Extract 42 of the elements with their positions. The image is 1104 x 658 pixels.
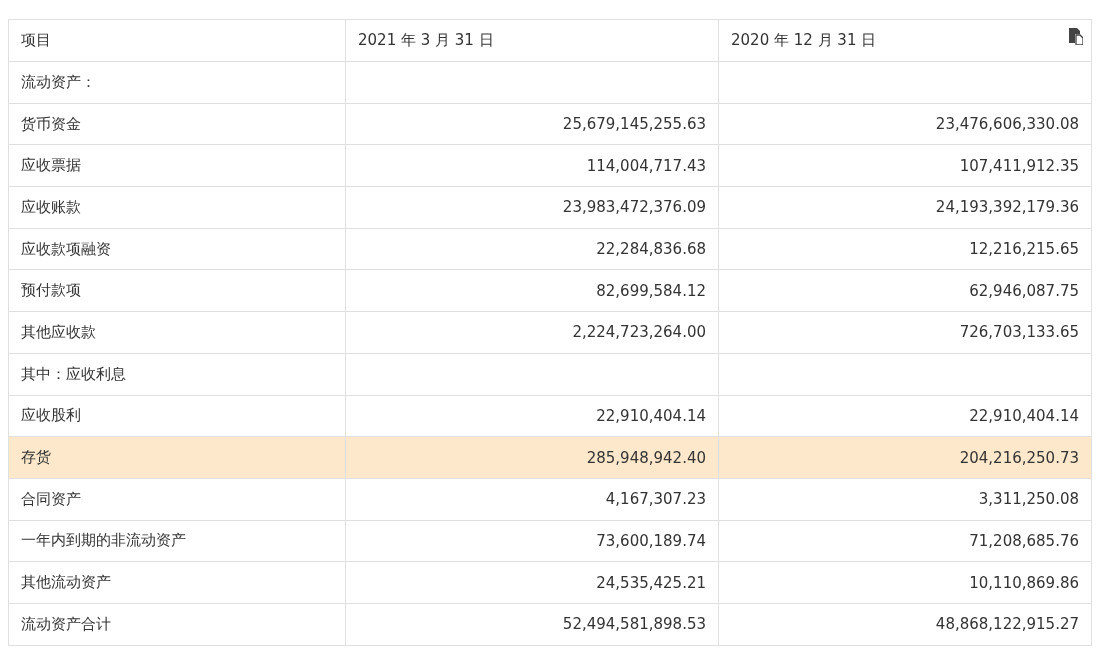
table-cell: 应收股利 bbox=[8, 395, 346, 437]
table-cell: 726,703,133.65 bbox=[718, 311, 1092, 354]
copy-icon[interactable] bbox=[1069, 28, 1083, 45]
table-cell: 合同资产 bbox=[8, 478, 346, 521]
table-cell: 22,910,404.14 bbox=[345, 395, 719, 437]
table-cell: 2,224,723,264.00 bbox=[345, 311, 719, 354]
table-cell: 24,535,425.21 bbox=[345, 561, 719, 604]
table-cell: 62,946,087.75 bbox=[718, 269, 1092, 312]
table-cell: 存货 bbox=[8, 436, 346, 479]
table-cell: 25,679,145,255.63 bbox=[345, 103, 719, 145]
column-header: 2020 年 12 月 31 日 bbox=[718, 19, 1092, 62]
table-cell: 285,948,942.40 bbox=[345, 436, 719, 479]
table-cell: 应收款项融资 bbox=[8, 228, 346, 270]
table-cell: 货币资金 bbox=[8, 103, 346, 145]
table-cell: 应收票据 bbox=[8, 144, 346, 187]
table-cell: 204,216,250.73 bbox=[718, 436, 1092, 479]
table-cell: 4,167,307.23 bbox=[345, 478, 719, 521]
table-cell: 10,110,869.86 bbox=[718, 561, 1092, 604]
table-cell: 107,411,912.35 bbox=[718, 144, 1092, 187]
table-cell: 114,004,717.43 bbox=[345, 144, 719, 187]
table-cell: 其他应收款 bbox=[8, 311, 346, 354]
table-cell: 3,311,250.08 bbox=[718, 478, 1092, 521]
table-cell: 73,600,189.74 bbox=[345, 520, 719, 562]
table-cell: 一年内到期的非流动资产 bbox=[8, 520, 346, 562]
table-cell: 其他流动资产 bbox=[8, 561, 346, 604]
table-cell: 应收账款 bbox=[8, 186, 346, 229]
table-cell: 流动资产： bbox=[8, 61, 346, 104]
table-cell: 24,193,392,179.36 bbox=[718, 186, 1092, 229]
column-header: 项目 bbox=[8, 19, 346, 62]
table-cell: 23,476,606,330.08 bbox=[718, 103, 1092, 145]
table-cell: 22,910,404.14 bbox=[718, 395, 1092, 437]
table-cell: 48,868,122,915.27 bbox=[718, 603, 1092, 646]
column-header: 2021 年 3 月 31 日 bbox=[345, 19, 719, 62]
table-cell: 82,699,584.12 bbox=[345, 269, 719, 312]
table-cell: 其中：应收利息 bbox=[8, 353, 346, 395]
table-cell: 23,983,472,376.09 bbox=[345, 186, 719, 229]
table-cell: 预付款项 bbox=[8, 269, 346, 312]
table-cell: 52,494,581,898.53 bbox=[345, 603, 719, 646]
table-cell: 12,216,215.65 bbox=[718, 228, 1092, 270]
table-cell: 22,284,836.68 bbox=[345, 228, 719, 270]
table-cell: 71,208,685.76 bbox=[718, 520, 1092, 562]
table-cell: 流动资产合计 bbox=[8, 603, 346, 646]
